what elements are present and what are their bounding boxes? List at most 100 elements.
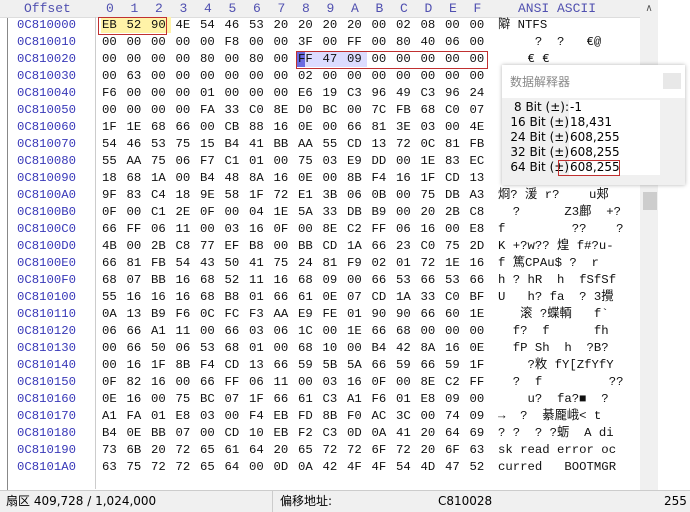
row-offset: 0C810180: [17, 426, 77, 440]
hex-bytes[interactable]: B4 0E BB 07 00 CD 10 EB F2 C3 0D 0A 41 2…: [102, 425, 484, 442]
bit-value[interactable]: 608,255: [569, 145, 660, 160]
column-label: 2: [155, 1, 163, 16]
row-offset: 0C810070: [17, 137, 77, 151]
divider: [272, 491, 273, 512]
hex-row[interactable]: 0C810190 73 6B 20 72 65 61 64 20 65 72 72…: [0, 442, 640, 459]
ascii-text[interactable]: U h? fa ? 3攪: [498, 289, 614, 306]
row-offset: 0C810160: [17, 392, 77, 406]
row-offset: 0C810030: [17, 69, 77, 83]
row-offset: 0C8100C0: [17, 222, 77, 236]
hex-bytes[interactable]: 73 6B 20 72 65 61 64 20 65 72 72 6F 72 2…: [102, 442, 484, 459]
ascii-text[interactable]: curred BOOTMGR: [498, 459, 616, 476]
ascii-text[interactable]: 烱? 湲 r? u郏: [498, 187, 609, 204]
ascii-text[interactable]: sk read error oc: [498, 442, 616, 459]
offset-header: Offset: [24, 1, 71, 16]
close-icon[interactable]: [663, 73, 681, 89]
bit-label: 8 Bit (±):: [514, 100, 569, 114]
scrollbar-thumb[interactable]: [643, 192, 657, 210]
hex-bytes[interactable]: 0A 13 B9 F6 0C FC F3 AA E9 FE 01 90 90 6…: [102, 306, 484, 323]
ascii-text[interactable]: ? ? ? ?蛎 A di: [498, 425, 614, 442]
hex-row[interactable]: 0C810120 06 66 A1 11 00 66 03 06 1C 00 1E…: [0, 323, 640, 340]
row-offset: 0C810090: [17, 171, 77, 185]
status-bar: 扇区 409,728 / 1,024,000 偏移地址: C810028 255: [0, 490, 690, 512]
row-offset: 0C810190: [17, 443, 77, 457]
hex-bytes[interactable]: 66 81 FB 54 43 50 41 75 24 81 F9 02 01 7…: [102, 255, 484, 272]
interpreter-row: 16 Bit (±)18,431: [507, 115, 660, 130]
offset-value: C810028: [438, 494, 493, 508]
row-offset: 0C810130: [17, 341, 77, 355]
bit-value[interactable]: 18,431: [569, 115, 660, 130]
hex-row[interactable]: 0C810110 0A 13 B9 F6 0C FC F3 AA E9 FE 01…: [0, 306, 640, 323]
hex-row[interactable]: 0C810150 0F 82 16 00 66 FF 06 11 00 03 16…: [0, 374, 640, 391]
row-offset: 0C810000: [17, 18, 77, 32]
ascii-text[interactable]: f ?? ?: [498, 221, 623, 238]
hex-bytes[interactable]: 55 AA 75 06 F7 C1 01 00 75 03 E9 DD 00 1…: [102, 153, 484, 170]
column-label: 1: [130, 1, 139, 16]
ascii-text[interactable]: ? Z3鄜 +?: [498, 204, 621, 221]
hex-bytes[interactable]: 06 66 A1 11 00 66 03 06 1C 00 1E 66 68 0…: [102, 323, 484, 340]
hex-bytes[interactable]: 00 00 00 00 FA 33 C0 8E D0 BC 00 7C FB 6…: [102, 102, 484, 119]
hex-row[interactable]: 0C810130 00 66 50 06 53 68 01 00 68 10 00…: [0, 340, 640, 357]
ascii-text[interactable]: ? f ??: [498, 374, 624, 391]
hex-bytes[interactable]: 68 07 BB 16 68 52 11 16 68 09 00 66 53 6…: [102, 272, 484, 289]
highlight-box-64bit: [558, 160, 620, 176]
hex-bytes[interactable]: 54 46 53 75 15 B4 41 BB AA 55 CD 13 72 0…: [102, 136, 484, 153]
row-offset: 0C8100D0: [17, 239, 77, 253]
hex-bytes[interactable]: 9F 83 C4 18 9E 58 1F 72 E1 3B 06 0B 00 7…: [102, 187, 484, 204]
hex-row[interactable]: 0C8100C0 66 FF 06 11 00 03 16 0F 00 8E C2…: [0, 221, 640, 238]
ascii-text[interactable]: h ? hR h fSfSf: [498, 272, 616, 289]
hex-row[interactable]: 0C810000 EB 52 90 4E 54 46 53 20 20 20 20…: [0, 17, 640, 34]
hex-row[interactable]: 0C8100A0 9F 83 C4 18 9E 58 1F 72 E1 3B 06…: [0, 187, 640, 204]
bit-value[interactable]: -1: [569, 100, 660, 115]
hex-bytes[interactable]: A1 FA 01 E8 03 00 F4 EB FD 8B F0 AC 3C 0…: [102, 408, 484, 425]
hex-row[interactable]: 0C810100 55 16 16 16 68 B8 01 66 61 0E 07…: [0, 289, 640, 306]
hex-bytes[interactable]: F6 00 00 00 01 00 00 00 E6 19 C3 96 49 C…: [102, 85, 484, 102]
hex-bytes[interactable]: 66 FF 06 11 00 03 16 0F 00 8E C2 FF 06 1…: [102, 221, 484, 238]
hex-row[interactable]: 0C810140 00 16 1F 8B F4 CD 13 66 59 5B 5A…: [0, 357, 640, 374]
hex-bytes[interactable]: 00 16 1F 8B F4 CD 13 66 59 5B 5A 66 59 6…: [102, 357, 484, 374]
hex-row[interactable]: 0C810170 A1 FA 01 E8 03 00 F4 EB FD 8B F0…: [0, 408, 640, 425]
ascii-text[interactable]: 隦 NTFS: [498, 17, 547, 34]
hex-row[interactable]: 0C8100F0 68 07 BB 16 68 52 11 16 68 09 00…: [0, 272, 640, 289]
row-offset: 0C8100A0: [17, 188, 77, 202]
hex-row[interactable]: 0C8101A0 63 75 72 72 65 64 00 0D 0A 42 4F…: [0, 459, 640, 476]
column-label: 7: [277, 1, 286, 16]
ascii-text[interactable]: f? f fh: [498, 323, 609, 340]
hex-bytes[interactable]: 55 16 16 16 68 B8 01 66 61 0E 07 CD 1A 3…: [102, 289, 484, 306]
row-offset: 0C810020: [17, 52, 77, 66]
hex-bytes[interactable]: 00 66 50 06 53 68 01 00 68 10 00 B4 42 8…: [102, 340, 484, 357]
ascii-text[interactable]: → ? 綦龎峨< t: [498, 408, 601, 425]
hex-bytes[interactable]: 00 00 00 00 00 F8 00 00 3F 00 FF 00 80 4…: [102, 34, 484, 51]
bit-label: 32 Bit (±): [510, 145, 569, 159]
row-offset: 0C810010: [17, 35, 77, 49]
hex-bytes[interactable]: 0F 00 C1 2E 0F 00 04 1E 5A 33 DB B9 00 2…: [102, 204, 484, 221]
hex-bytes[interactable]: 00 63 00 00 00 00 00 00 02 00 00 00 00 0…: [102, 68, 484, 85]
hex-row[interactable]: 0C8100D0 4B 00 2B C8 77 EF B8 00 BB CD 1A…: [0, 238, 640, 255]
ascii-text[interactable]: fP Sh h ?B?: [498, 340, 609, 357]
hex-bytes[interactable]: 1F 1E 68 66 00 CB 88 16 0E 00 66 81 3E 0…: [102, 119, 484, 136]
hex-row[interactable]: 0C810180 B4 0E BB 07 00 CD 10 EB F2 C3 0D…: [0, 425, 640, 442]
hex-row[interactable]: 0C8100E0 66 81 FB 54 43 50 41 75 24 81 F9…: [0, 255, 640, 272]
ascii-header: ANSI ASCII: [518, 1, 597, 16]
row-offset: 0C810100: [17, 290, 77, 304]
hex-row[interactable]: 0C8100B0 0F 00 C1 2E 0F 00 04 1E 5A 33 DB…: [0, 204, 640, 221]
ascii-text[interactable]: f 篤CPAu$ ? r: [498, 255, 599, 272]
hex-row[interactable]: 0C810010 00 00 00 00 00 F8 00 00 3F 00 FF…: [0, 34, 640, 51]
bit-label: 16 Bit (±): [510, 115, 569, 129]
interpreter-row: 8 Bit (±):-1: [507, 100, 660, 115]
ascii-text[interactable]: K +?w?? 煌 f#?u-: [498, 238, 614, 255]
bit-value[interactable]: 608,255: [569, 130, 660, 145]
hex-bytes[interactable]: 18 68 1A 00 B4 48 8A 16 0E 00 8B F4 16 1…: [102, 170, 484, 187]
ascii-text[interactable]: ?敉 fY[ZfYfY: [498, 357, 614, 374]
scroll-up-icon[interactable]: ∧: [640, 3, 658, 15]
row-offset: 0C810140: [17, 358, 77, 372]
hex-row[interactable]: 0C810160 0E 16 00 75 BC 07 1F 66 61 C3 A1…: [0, 391, 640, 408]
ascii-text[interactable]: ? ? €@: [498, 34, 601, 51]
hex-bytes[interactable]: 63 75 72 72 65 64 00 0D 0A 42 4F 4F 54 4…: [102, 459, 484, 476]
column-label: 8: [302, 1, 310, 16]
hex-bytes[interactable]: 4B 00 2B C8 77 EF B8 00 BB CD 1A 66 23 C…: [102, 238, 484, 255]
ascii-text[interactable]: 滚 ?蝶輌 f`: [498, 306, 609, 323]
hex-bytes[interactable]: 0F 82 16 00 66 FF 06 11 00 03 16 0F 00 8…: [102, 374, 484, 391]
hex-bytes[interactable]: 0E 16 00 75 BC 07 1F 66 61 C3 A1 F6 01 E…: [102, 391, 484, 408]
ascii-text[interactable]: u? fa?■ ?: [498, 391, 609, 408]
